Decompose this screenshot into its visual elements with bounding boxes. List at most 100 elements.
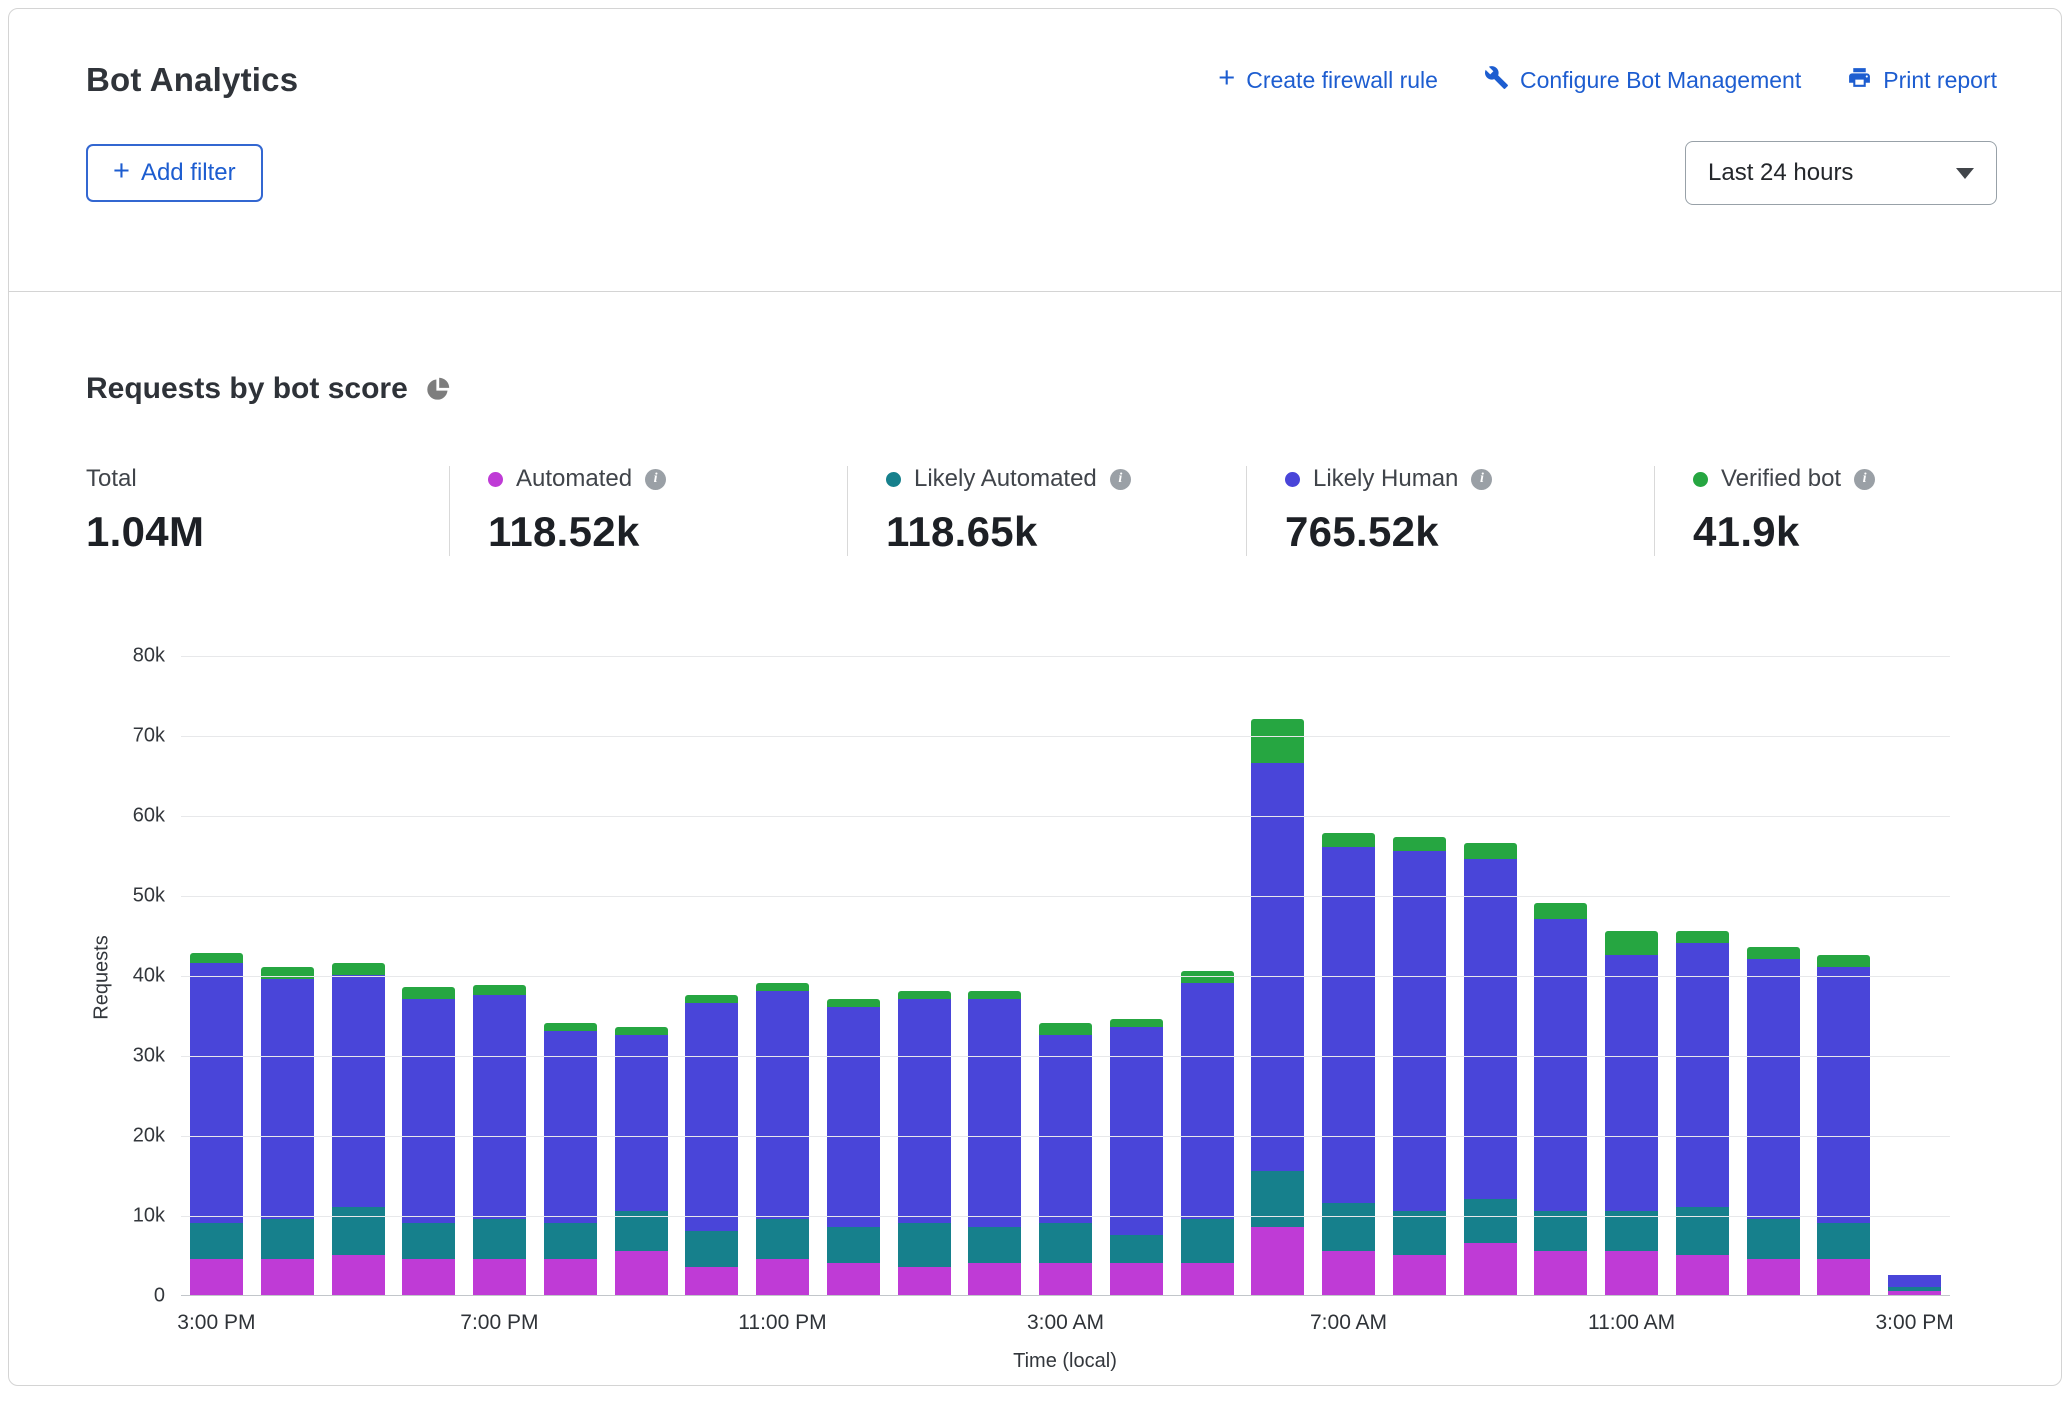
- bar-segment-verified_bot: [615, 1027, 668, 1035]
- bar-segment-automated: [1393, 1255, 1446, 1295]
- bar-segment-likely_human: [402, 999, 455, 1223]
- y-axis-title: Requests: [91, 933, 114, 1023]
- bar-segment-likely_human: [1888, 1275, 1941, 1287]
- y-tick-label: 70k: [133, 725, 165, 748]
- gridline: [181, 1056, 1950, 1057]
- bar-segment-likely_human: [473, 995, 526, 1219]
- bar-segment-automated: [1817, 1259, 1870, 1295]
- stacked-bar[interactable]: [473, 985, 526, 1295]
- bar-segment-automated: [402, 1259, 455, 1295]
- section-title: Requests by bot score: [86, 372, 408, 406]
- bar-segment-automated: [1676, 1255, 1729, 1295]
- stat-total: Total 1.04M: [86, 466, 449, 556]
- stacked-bar[interactable]: [1747, 947, 1800, 1295]
- stacked-bar[interactable]: [1393, 837, 1446, 1295]
- stat-likely-automated-label: Likely Automated: [914, 465, 1097, 493]
- add-filter-label: Add filter: [141, 159, 236, 187]
- bar-segment-verified_bot: [1251, 719, 1304, 763]
- bar-segment-verified_bot: [1039, 1023, 1092, 1035]
- bar-segment-likely_human: [1251, 763, 1304, 1171]
- bar-segment-likely_human: [1534, 919, 1587, 1211]
- y-tick-label: 20k: [133, 1125, 165, 1148]
- bar-segment-likely_human: [898, 999, 951, 1223]
- bar-segment-likely_automated: [1393, 1211, 1446, 1255]
- stat-likely-automated-value: 118.65k: [886, 508, 1216, 556]
- bar-segment-likely_automated: [1605, 1211, 1658, 1251]
- bar-segment-likely_human: [756, 991, 809, 1219]
- bar-segment-likely_human: [1605, 955, 1658, 1211]
- print-report-link[interactable]: Print report: [1847, 65, 1997, 96]
- create-firewall-rule-link[interactable]: + Create firewall rule: [1218, 67, 1438, 94]
- bar-segment-automated: [1888, 1291, 1941, 1295]
- wrench-icon: [1484, 65, 1509, 96]
- stacked-bar[interactable]: [685, 995, 738, 1295]
- stacked-bar[interactable]: [261, 967, 314, 1295]
- bar-segment-likely_human: [261, 979, 314, 1219]
- bar-segment-automated: [1181, 1263, 1234, 1295]
- bar-segment-likely_human: [190, 963, 243, 1223]
- configure-bot-management-link[interactable]: Configure Bot Management: [1484, 65, 1801, 96]
- requests-chart: Requests 3:00 PM7:00 PM11:00 PM3:00 AM7:…: [86, 644, 1984, 1374]
- stat-verified-bot-value: 41.9k: [1693, 508, 1875, 556]
- stacked-bar[interactable]: [190, 953, 243, 1295]
- page-title: Bot Analytics: [86, 61, 298, 99]
- bar-segment-automated: [332, 1255, 385, 1295]
- stacked-bar[interactable]: [827, 999, 880, 1295]
- stacked-bar[interactable]: [1181, 971, 1234, 1295]
- stat-automated-value: 118.52k: [488, 508, 817, 556]
- bar-segment-automated: [1747, 1259, 1800, 1295]
- info-icon[interactable]: i: [645, 469, 666, 490]
- bar-segment-automated: [190, 1259, 243, 1295]
- add-filter-button[interactable]: + Add filter: [86, 144, 263, 202]
- stacked-bar[interactable]: [1322, 833, 1375, 1295]
- bar-segment-likely_human: [1110, 1027, 1163, 1235]
- stat-automated: Automated i 118.52k: [449, 466, 847, 556]
- bar-segment-verified_bot: [1393, 837, 1446, 851]
- stats-row: Total 1.04M Automated i 118.52k Likely A…: [86, 466, 1984, 556]
- info-icon[interactable]: i: [1110, 469, 1131, 490]
- bar-segment-likely_automated: [1181, 1219, 1234, 1263]
- stat-total-label: Total: [86, 465, 137, 493]
- stacked-bar[interactable]: [1110, 1019, 1163, 1295]
- time-range-select[interactable]: Last 24 hours: [1685, 141, 1997, 205]
- bar-segment-verified_bot: [827, 999, 880, 1007]
- stacked-bar[interactable]: [756, 983, 809, 1295]
- bar-segment-verified_bot: [473, 985, 526, 995]
- stat-likely-human-value: 765.52k: [1285, 508, 1624, 556]
- y-tick-label: 60k: [133, 805, 165, 828]
- bar-segment-verified_bot: [402, 987, 455, 999]
- stat-likely-automated: Likely Automated i 118.65k: [847, 466, 1246, 556]
- stacked-bar[interactable]: [544, 1023, 597, 1295]
- gridline: [181, 976, 1950, 977]
- y-tick-label: 10k: [133, 1205, 165, 1228]
- stacked-bar[interactable]: [402, 987, 455, 1295]
- stacked-bar[interactable]: [1817, 955, 1870, 1295]
- stat-likely-human-label: Likely Human: [1313, 465, 1458, 493]
- bar-segment-verified_bot: [261, 967, 314, 979]
- stacked-bar[interactable]: [1605, 931, 1658, 1295]
- bar-segment-automated: [1534, 1251, 1587, 1295]
- y-tick-label: 50k: [133, 885, 165, 908]
- bar-segment-automated: [1251, 1227, 1304, 1295]
- info-icon[interactable]: i: [1854, 469, 1875, 490]
- stacked-bar[interactable]: [1534, 903, 1587, 1295]
- stacked-bar[interactable]: [332, 963, 385, 1295]
- bar-segment-likely_automated: [332, 1207, 385, 1255]
- stacked-bar[interactable]: [1464, 843, 1517, 1295]
- stacked-bar[interactable]: [615, 1027, 668, 1295]
- gridline: [181, 896, 1950, 897]
- stacked-bar[interactable]: [1888, 1275, 1941, 1295]
- bar-segment-verified_bot: [756, 983, 809, 991]
- stacked-bar[interactable]: [898, 991, 951, 1295]
- printer-icon: [1847, 65, 1872, 96]
- stacked-bar[interactable]: [968, 991, 1021, 1295]
- x-tick-label: 7:00 PM: [460, 1311, 538, 1335]
- bar-segment-verified_bot: [332, 963, 385, 975]
- bar-segment-likely_human: [968, 999, 1021, 1227]
- info-icon[interactable]: i: [1471, 469, 1492, 490]
- bar-segment-automated: [968, 1263, 1021, 1295]
- stacked-bar[interactable]: [1251, 719, 1304, 1295]
- stacked-bar[interactable]: [1039, 1023, 1092, 1295]
- stacked-bar[interactable]: [1676, 931, 1729, 1295]
- print-report-label: Print report: [1883, 67, 1997, 94]
